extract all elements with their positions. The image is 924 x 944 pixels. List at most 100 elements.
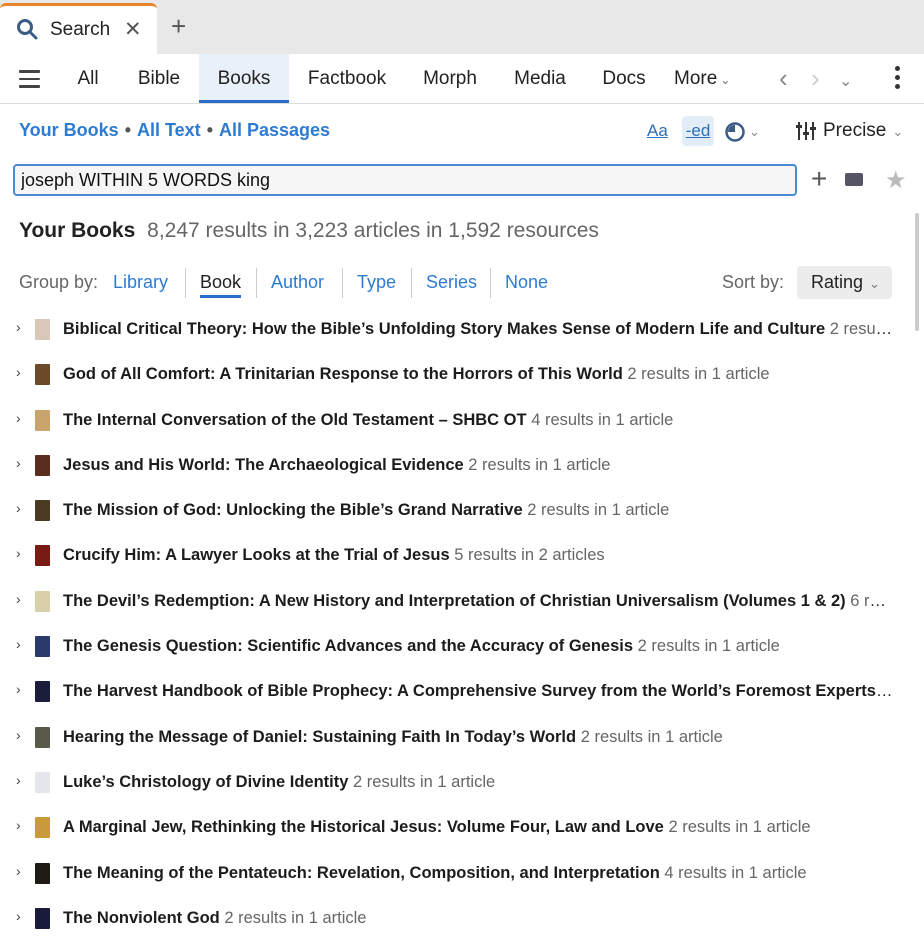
result-row[interactable]: › The Genesis Question: Scientific Advanc… xyxy=(0,625,910,670)
result-text: Hearing the Message of Daniel: Sustainin… xyxy=(63,728,893,747)
book-cover-icon xyxy=(35,726,50,748)
scope-all-text[interactable]: All Text xyxy=(137,120,201,140)
new-tab-plus-icon[interactable]: + xyxy=(171,12,186,40)
book-title[interactable]: Crucify Him: A Lawyer Looks at the Trial… xyxy=(63,546,450,564)
tab-media[interactable]: Media xyxy=(507,54,573,103)
result-row[interactable]: › The Internal Conversation of the Old Te… xyxy=(0,399,910,444)
add-term-plus-icon[interactable]: + xyxy=(811,164,827,194)
tab-bible[interactable]: Bible xyxy=(131,54,187,103)
expand-chevron-icon[interactable]: › xyxy=(16,545,21,561)
keyboard-icon[interactable] xyxy=(845,173,863,186)
book-title[interactable]: The Nonviolent God xyxy=(63,909,220,927)
book-title[interactable]: Hearing the Message of Daniel: Sustainin… xyxy=(63,728,576,746)
expand-chevron-icon[interactable]: › xyxy=(16,455,21,471)
history-chevron-icon[interactable]: ⌄ xyxy=(839,68,852,96)
expand-chevron-icon[interactable]: › xyxy=(16,681,21,697)
expand-chevron-icon[interactable]: › xyxy=(16,863,21,879)
result-row[interactable]: › Hearing the Message of Daniel: Sustaini… xyxy=(0,716,910,761)
result-row[interactable]: › Biblical Critical Theory: How the Bible… xyxy=(0,308,910,353)
book-title[interactable]: The Genesis Question: Scientific Advance… xyxy=(63,637,633,655)
result-row[interactable]: › Crucify Him: A Lawyer Looks at the Tria… xyxy=(0,534,910,579)
expand-chevron-icon[interactable]: › xyxy=(16,500,21,516)
tab-morph[interactable]: Morph xyxy=(416,54,484,103)
group-by-type[interactable]: Type xyxy=(357,272,396,293)
result-text: The Harvest Handbook of Bible Prophecy: … xyxy=(63,682,893,701)
result-text: Biblical Critical Theory: How the Bible’… xyxy=(63,320,893,339)
book-title[interactable]: Luke’s Christology of Divine Identity xyxy=(63,773,348,791)
group-by-series[interactable]: Series xyxy=(426,272,477,293)
expand-chevron-icon[interactable]: › xyxy=(16,591,21,607)
book-cover-icon xyxy=(35,364,50,386)
book-cover-icon xyxy=(35,590,50,612)
tab-docs[interactable]: Docs xyxy=(597,54,651,103)
book-title[interactable]: God of All Comfort: A Trinitarian Respon… xyxy=(63,365,623,383)
scope-your-books[interactable]: Your Books xyxy=(19,120,119,140)
search-tab[interactable]: Search ✕ xyxy=(0,3,157,54)
scrollbar[interactable] xyxy=(915,213,919,331)
search-icon xyxy=(17,19,38,40)
sort-by-select[interactable]: Rating ⌄ xyxy=(797,266,892,299)
search-input[interactable] xyxy=(13,164,797,196)
result-row[interactable]: › Luke’s Christology of Divine Identity 2… xyxy=(0,761,910,806)
book-title[interactable]: Biblical Critical Theory: How the Bible’… xyxy=(63,320,825,338)
book-title[interactable]: Jesus and His World: The Archaeological … xyxy=(63,456,464,474)
result-row[interactable]: › The Harvest Handbook of Bible Prophecy:… xyxy=(0,670,910,715)
expand-chevron-icon[interactable]: › xyxy=(16,772,21,788)
group-by-none[interactable]: None xyxy=(505,272,548,293)
back-arrow-icon[interactable]: ‹ xyxy=(779,64,788,92)
book-cover-icon xyxy=(35,409,50,431)
book-title[interactable]: The Harvest Handbook of Bible Prophecy: … xyxy=(63,682,892,700)
result-row[interactable]: › The Nonviolent God 2 results in 1 artic… xyxy=(0,897,910,942)
expand-chevron-icon[interactable]: › xyxy=(16,727,21,743)
more-label: More xyxy=(674,68,718,89)
book-cover-icon xyxy=(35,319,50,340)
book-title[interactable]: The Mission of God: Unlocking the Bible’… xyxy=(63,501,523,519)
result-row[interactable]: › God of All Comfort: A Trinitarian Respo… xyxy=(0,353,910,398)
result-row[interactable]: › The Devil’s Redemption: A New History a… xyxy=(0,580,910,625)
result-row[interactable]: › The Mission of God: Unlocking the Bible… xyxy=(0,489,910,534)
search-scope: Your Books • All Text • All Passages xyxy=(19,120,330,141)
precise-dropdown[interactable]: Precise ⌄ xyxy=(795,116,910,146)
result-row[interactable]: › Jesus and His World: The Archaeological… xyxy=(0,444,910,489)
expand-chevron-icon[interactable]: › xyxy=(16,908,21,924)
tab-title: Search xyxy=(50,19,111,40)
tab-factbook[interactable]: Factbook xyxy=(300,54,394,103)
history-dropdown[interactable]: ⌄ xyxy=(724,116,766,146)
scope-separator: • xyxy=(206,120,213,140)
divider xyxy=(256,268,257,298)
result-row[interactable]: › The Meaning of the Pentateuch: Revelati… xyxy=(0,852,910,897)
group-by-library[interactable]: Library xyxy=(113,272,168,293)
close-tab-icon[interactable]: ✕ xyxy=(124,17,142,42)
more-menu[interactable]: More ⌄ xyxy=(674,54,730,105)
book-title[interactable]: A Marginal Jew, Rethinking the Historica… xyxy=(63,818,664,836)
book-title[interactable]: The Internal Conversation of the Old Tes… xyxy=(63,411,527,429)
divider xyxy=(411,268,412,298)
hamburger-menu-icon[interactable] xyxy=(19,70,40,88)
scope-all-passages[interactable]: All Passages xyxy=(219,120,330,140)
group-by-author[interactable]: Author xyxy=(271,272,324,293)
result-count: 6 results… xyxy=(850,591,893,610)
expand-chevron-icon[interactable]: › xyxy=(16,364,21,380)
book-title[interactable]: The Devil’s Redemption: A New History an… xyxy=(63,592,846,610)
match-forms-toggle[interactable]: -ed xyxy=(682,116,714,146)
expand-chevron-icon[interactable]: › xyxy=(16,817,21,833)
result-text: God of All Comfort: A Trinitarian Respon… xyxy=(63,365,893,384)
expand-chevron-icon[interactable]: › xyxy=(16,636,21,652)
kebab-menu-icon[interactable] xyxy=(895,66,901,93)
tab-all[interactable]: All xyxy=(66,54,110,103)
result-row[interactable]: › A Marginal Jew, Rethinking the Historic… xyxy=(0,806,910,851)
expand-chevron-icon[interactable]: › xyxy=(16,319,21,335)
results-heading: Your Books xyxy=(19,219,136,242)
favorite-star-icon[interactable]: ★ xyxy=(885,166,907,195)
forward-arrow-icon[interactable]: › xyxy=(811,64,820,92)
book-title[interactable]: The Meaning of the Pentateuch: Revelatio… xyxy=(63,864,660,882)
expand-chevron-icon[interactable]: › xyxy=(16,410,21,426)
result-count: 2 results in … xyxy=(829,320,893,338)
chevron-down-icon: ⌄ xyxy=(720,73,731,87)
tab-books[interactable]: Books xyxy=(199,54,289,103)
group-by-book[interactable]: Book xyxy=(200,272,242,298)
book-cover-icon xyxy=(35,771,50,793)
result-count: 2 results in 1 article xyxy=(468,455,611,474)
sort-by-label: Sort by: xyxy=(722,272,785,292)
match-case-toggle[interactable]: Aa xyxy=(647,116,671,146)
